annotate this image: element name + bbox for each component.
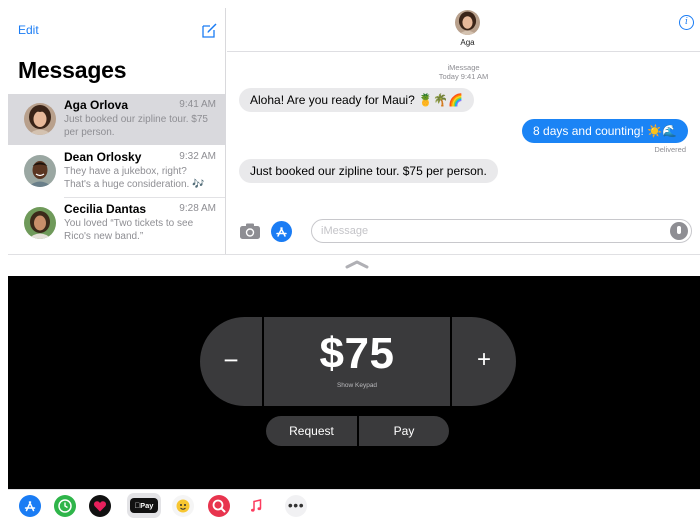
animoji-icon[interactable] bbox=[171, 495, 195, 517]
camera-icon[interactable] bbox=[239, 222, 261, 240]
contact-avatar[interactable] bbox=[455, 10, 480, 35]
avatar bbox=[24, 155, 56, 187]
music-icon[interactable] bbox=[244, 495, 268, 517]
amount-display[interactable]: $75 Show Keypad bbox=[264, 317, 450, 406]
message-preview: Just booked our zipline tour. $75 per pe… bbox=[64, 114, 208, 138]
increase-button[interactable]: + bbox=[452, 317, 516, 406]
app-drawer: Pay ••• bbox=[8, 489, 700, 520]
more-icon[interactable]: ••• bbox=[284, 495, 308, 517]
service-label: iMessage bbox=[447, 63, 480, 72]
contact-name: Dean Orlosky bbox=[64, 150, 142, 164]
compose-icon[interactable] bbox=[201, 22, 218, 39]
recents-icon[interactable] bbox=[53, 495, 77, 517]
message-time: 9:32 AM bbox=[179, 151, 216, 162]
show-keypad-label: Show Keypad bbox=[336, 382, 378, 389]
microphone-icon[interactable] bbox=[670, 222, 688, 240]
contact-name: Cecilia Dantas bbox=[64, 202, 147, 216]
digital-touch-icon[interactable] bbox=[88, 495, 112, 517]
decrease-button[interactable]: − bbox=[200, 317, 262, 406]
message-time: 9:41 AM bbox=[179, 99, 216, 110]
incoming-message: Aloha! Are you ready for Maui? 🍍🌴🌈 bbox=[239, 88, 474, 112]
message-time: 9:28 AM bbox=[179, 203, 216, 214]
expand-chevron-icon[interactable] bbox=[345, 259, 369, 269]
image-search-icon[interactable] bbox=[207, 495, 231, 517]
message-input-placeholder: iMessage bbox=[321, 225, 369, 237]
message-preview: They have a jukebox, right? That's a hug… bbox=[64, 166, 205, 190]
apple-pay-icon: Pay bbox=[130, 498, 158, 513]
contact-name: Aga Orlova bbox=[64, 98, 129, 112]
outgoing-message: 8 days and counting! ☀️🌊 bbox=[522, 119, 688, 143]
app-store-icon[interactable] bbox=[18, 495, 42, 517]
apple-pay-app-button[interactable]: Pay bbox=[127, 493, 161, 518]
request-pay-group: Request Pay bbox=[266, 416, 449, 446]
contact-name: Aga bbox=[460, 38, 475, 47]
more-dots-glyph: ••• bbox=[287, 497, 305, 513]
message-input[interactable]: iMessage bbox=[311, 219, 692, 243]
edit-button[interactable]: Edit bbox=[18, 23, 39, 37]
messages-title: Messages bbox=[18, 57, 127, 83]
amount-stepper: − $75 Show Keypad + bbox=[200, 317, 516, 406]
conversation-row-cecilia-dantas[interactable]: Cecilia Dantas 9:28 AM You loved “Two ti… bbox=[8, 198, 226, 249]
conversation-header: Aga i bbox=[227, 8, 700, 52]
messages-window: Edit Messages Aga Orlova 9:41 AM Just bo… bbox=[8, 8, 700, 520]
incoming-message: Just booked our zipline tour. $75 per pe… bbox=[239, 159, 498, 183]
conversation-row-aga-orlova[interactable]: Aga Orlova 9:41 AM Just booked our zipli… bbox=[8, 94, 226, 145]
avatar bbox=[24, 207, 56, 239]
conversation-row-dean-orlosky[interactable]: Dean Orlosky 9:32 AM They have a jukebox… bbox=[8, 146, 226, 197]
info-icon[interactable]: i bbox=[679, 15, 694, 30]
request-button[interactable]: Request bbox=[266, 416, 357, 446]
message-preview: You loved “Two tickets to see Rico's new… bbox=[64, 218, 194, 242]
conversation-timestamp: Today 9:41 AM bbox=[438, 72, 489, 81]
conversation-sidebar: Edit Messages Aga Orlova 9:41 AM Just bo… bbox=[8, 8, 226, 254]
delivered-status: Delivered bbox=[654, 145, 686, 154]
apple-pay-panel: − $75 Show Keypad + Request Pay bbox=[8, 276, 700, 489]
avatar bbox=[24, 103, 56, 135]
conversation-pane: Aga i iMessage Today 9:41 AM Aloha! Are … bbox=[227, 8, 700, 254]
compose-row: iMessage bbox=[227, 218, 700, 246]
amount-value: $75 bbox=[319, 329, 395, 378]
pay-button[interactable]: Pay bbox=[359, 416, 449, 446]
drawer-grabber-strip bbox=[8, 254, 700, 276]
app-store-icon[interactable] bbox=[271, 221, 292, 242]
